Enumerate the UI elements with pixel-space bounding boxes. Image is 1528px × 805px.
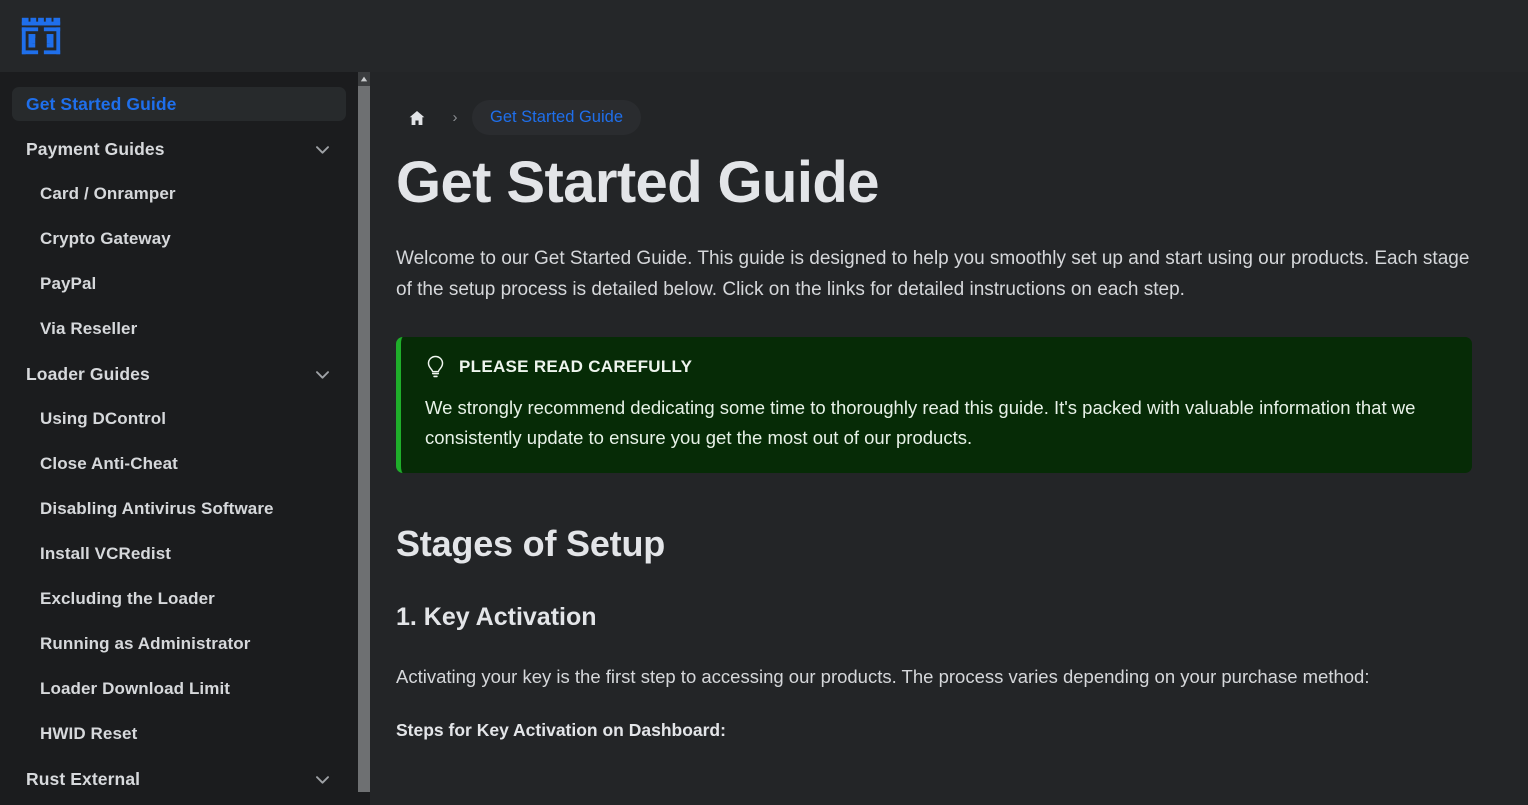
callout-heading: PLEASE READ CAREFULLY	[459, 357, 693, 377]
page-title: Get Started Guide	[396, 150, 879, 215]
app-root: Get Started Guide Payment Guides Card / On…	[0, 0, 1528, 805]
callout-body: We strongly recommend dedicating some ti…	[425, 397, 1416, 449]
breadcrumb: › Get Started Guide	[396, 100, 1472, 135]
chevron-down-icon	[313, 770, 332, 789]
sidebar-item-card-onramper[interactable]: Card / Onramper	[12, 177, 346, 211]
main-content: › Get Started Guide Get Started Guide We…	[370, 72, 1528, 805]
sidebar-item-label: Get Started Guide	[26, 93, 177, 114]
sidebar-nav: Get Started Guide Payment Guides Card / On…	[0, 72, 358, 805]
brand-logo-link[interactable]	[18, 13, 64, 59]
sidebar-item-loader-download-limit[interactable]: Loader Download Limit	[12, 672, 346, 706]
sidebar-item-label: Excluding the Loader	[40, 589, 215, 608]
body-split: Get Started Guide Payment Guides Card / On…	[0, 72, 1528, 805]
sidebar-item-paypal[interactable]: PayPal	[12, 267, 346, 301]
sidebar-item-excluding-the-loader[interactable]: Excluding the Loader	[12, 582, 346, 616]
sidebar-item-label: Crypto Gateway	[40, 229, 171, 248]
breadcrumb-separator: ›	[452, 109, 458, 126]
chevron-down-icon	[313, 365, 332, 384]
sidebar-item-close-anti-cheat[interactable]: Close Anti-Cheat	[12, 447, 346, 481]
sidebar-item-label: Card / Onramper	[40, 184, 176, 203]
sidebar-item-crypto-gateway[interactable]: Crypto Gateway	[12, 222, 346, 256]
intro-paragraph: Welcome to our Get Started Guide. This g…	[396, 247, 1470, 301]
callout-please-read: PLEASE READ CAREFULLY We strongly recomm…	[396, 337, 1472, 474]
stage-1-heading: 1. Key Activation	[396, 603, 597, 632]
sidebar-item-label: Running as Administrator	[40, 634, 251, 653]
top-bar	[0, 0, 1528, 72]
brand-logo-icon	[21, 17, 61, 55]
sidebar-item-label: PayPal	[40, 274, 97, 293]
sidebar-item-rust-external[interactable]: Rust External	[12, 762, 346, 796]
chevron-down-icon	[313, 140, 332, 159]
sidebar-item-label: Close Anti-Cheat	[40, 454, 178, 473]
sidebar-item-get-started-guide[interactable]: Get Started Guide	[12, 87, 346, 121]
stage-1-paragraph: Activating your key is the first step to…	[396, 666, 1370, 688]
sidebar-item-label: Via Reseller	[40, 319, 138, 338]
sidebar-item-install-vcredist[interactable]: Install VCRedist	[12, 537, 346, 571]
callout-header: PLEASE READ CAREFULLY	[425, 355, 1448, 379]
sidebar-item-hwid-reset[interactable]: HWID Reset	[12, 717, 346, 751]
sidebar-item-label: Loader Guides	[26, 363, 150, 384]
sidebar-item-label: Using DControl	[40, 409, 167, 428]
sidebar-item-running-as-administrator[interactable]: Running as Administrator	[12, 627, 346, 661]
breadcrumb-current[interactable]: Get Started Guide	[472, 100, 641, 135]
sidebar-item-payment-guides[interactable]: Payment Guides	[12, 132, 346, 166]
sidebar-scrollbar-thumb[interactable]	[358, 86, 370, 792]
stage-1-steps-label: Steps for Key Activation on Dashboard:	[396, 720, 726, 741]
sidebar-item-label: Install VCRedist	[40, 544, 172, 563]
sidebar-item-label: Disabling Antivirus Software	[40, 499, 274, 518]
sidebar-item-via-reseller[interactable]: Via Reseller	[12, 312, 346, 346]
lightbulb-icon	[427, 356, 444, 378]
section-title-stages: Stages of Setup	[396, 523, 666, 565]
sidebar-item-loader-guides[interactable]: Loader Guides	[12, 357, 346, 391]
sidebar-item-label: HWID Reset	[40, 724, 138, 743]
sidebar-item-label: Rust External	[26, 768, 141, 789]
sidebar-scrollbar[interactable]	[358, 72, 370, 805]
sidebar: Get Started Guide Payment Guides Card / On…	[0, 72, 370, 805]
scroll-up-arrow-icon[interactable]	[358, 72, 370, 86]
sidebar-item-label: Payment Guides	[26, 138, 165, 159]
sidebar-item-disabling-antivirus-software[interactable]: Disabling Antivirus Software	[12, 492, 346, 526]
sidebar-item-using-dcontrol[interactable]: Using DControl	[12, 402, 346, 436]
home-icon[interactable]	[396, 101, 438, 135]
sidebar-item-label: Loader Download Limit	[40, 679, 231, 698]
